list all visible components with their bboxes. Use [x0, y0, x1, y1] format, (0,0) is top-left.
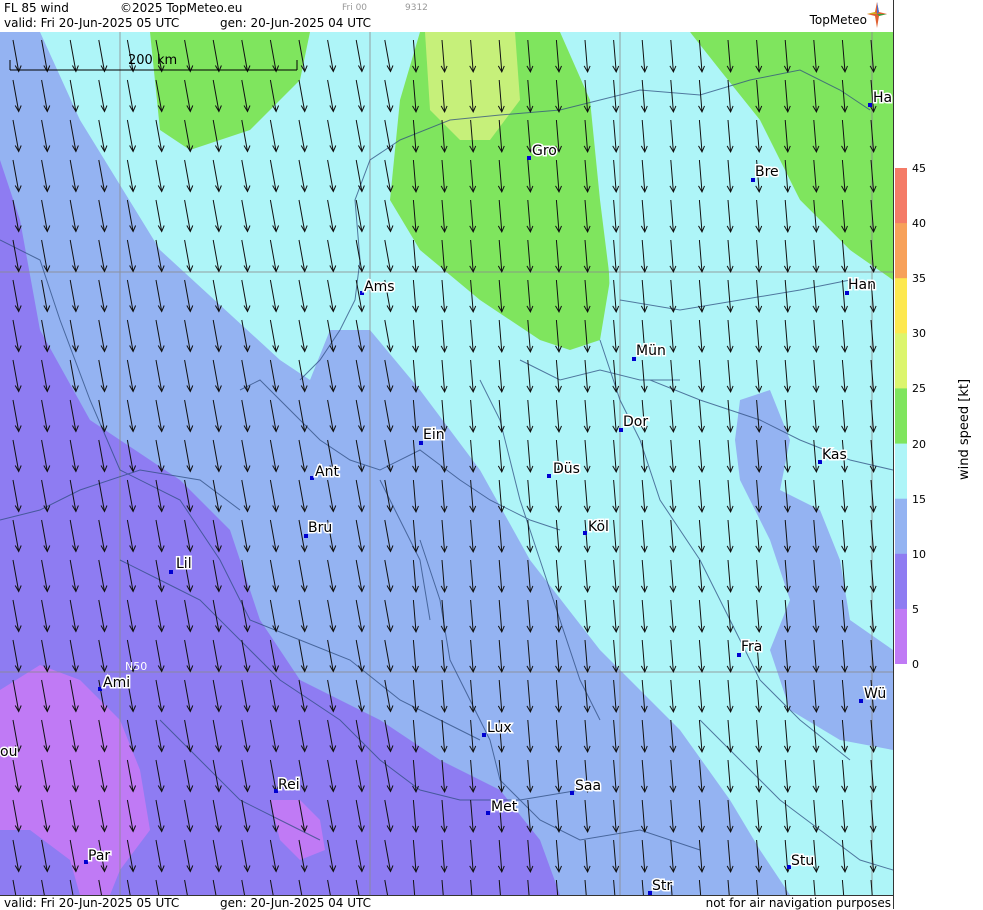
city-marker — [547, 474, 551, 478]
faint-day: Fri 00 — [342, 3, 368, 13]
header-bar: FL 85 wind ©2025 TopMeteo.eu Fri 00 9312… — [0, 0, 893, 33]
footer-generated-time: gen: 20-Jun-2025 04 UTC — [220, 896, 372, 910]
city-marker — [310, 476, 314, 480]
city-label: Met — [491, 799, 518, 815]
city-label: Lux — [487, 720, 512, 736]
colorbar-tick-label: 25 — [912, 382, 926, 396]
city-label: Wü — [864, 686, 886, 702]
city-label: Kas — [822, 447, 847, 463]
colorbar-tick-label: 20 — [912, 437, 926, 451]
colorbar-segment — [895, 443, 907, 500]
colorbar-segment — [895, 608, 907, 664]
colorbar-tick-label: 15 — [912, 492, 926, 506]
city-label: Köl — [588, 519, 609, 535]
city-label: Düs — [553, 461, 580, 477]
city-label: Ein — [423, 427, 445, 443]
city-marker — [527, 156, 531, 160]
city-marker — [169, 570, 173, 574]
topmeteo-logo: TopMeteo — [809, 13, 867, 27]
city-label: Dor — [623, 414, 648, 430]
wind-map: 200 km N50 Ha Gro Bre Ams Han Mün Dor Ein Kas Ant… — [0, 32, 893, 895]
city-marker — [868, 103, 872, 107]
city-label: Rei — [278, 777, 300, 793]
city-marker — [482, 733, 486, 737]
city-label: Str — [652, 878, 672, 894]
latitude-label: N50 — [125, 660, 147, 673]
colorbar-segment — [895, 388, 907, 444]
city-label: Par — [88, 848, 110, 864]
city-label: Lil — [176, 556, 192, 572]
city-label: Ami — [103, 675, 130, 691]
city-label: Bre — [755, 164, 779, 180]
generated-time: gen: 20-Jun-2025 04 UTC — [220, 16, 372, 30]
city-marker — [583, 531, 587, 535]
city-label: Ant — [315, 464, 339, 480]
colorbar-tick-label: 30 — [912, 327, 926, 341]
legend-label: wind speed [kt] — [957, 378, 972, 480]
city-label: Ha — [873, 90, 892, 106]
city-label: Saa — [575, 778, 601, 794]
colorbar-tick-label: 10 — [912, 547, 926, 561]
faint-code: 9312 — [405, 3, 428, 13]
footer-valid-time: valid: Fri 20-Jun-2025 05 UTC — [4, 896, 180, 910]
colorbar-segment — [895, 333, 907, 389]
city-marker — [570, 791, 574, 795]
colorbar-tick-label: 5 — [912, 602, 919, 616]
city-label: Ams — [364, 279, 395, 295]
city-label: Bru — [308, 520, 332, 536]
city-marker — [859, 699, 863, 703]
wind-speed-colorbar — [895, 168, 907, 664]
colorbar-tick-label: 40 — [912, 217, 926, 231]
footer-disclaimer: not for air navigation purposes — [705, 896, 891, 910]
colorbar-segment — [895, 223, 907, 279]
compass-star-icon — [867, 2, 887, 28]
city-label: Mün — [636, 343, 666, 359]
colorbar-segment — [895, 553, 907, 610]
city-label: Stu — [791, 853, 814, 869]
footer-bar: valid: Fri 20-Jun-2025 05 UTC gen: 20-Ju… — [0, 895, 893, 910]
city-marker — [486, 811, 490, 815]
city-label: ou — [0, 744, 17, 760]
city-marker — [98, 687, 102, 691]
city-label: Han — [848, 277, 876, 293]
city-label: Fra — [741, 639, 762, 655]
colorbar-segment — [895, 168, 907, 224]
scale-label: 200 km — [128, 53, 177, 68]
map-title: FL 85 wind — [4, 1, 69, 15]
colorbar-tick-label: 45 — [912, 162, 926, 175]
city-label: Gro — [532, 143, 557, 159]
colorbar-tick-label: 35 — [912, 272, 926, 286]
copyright: ©2025 TopMeteo.eu — [120, 1, 243, 15]
valid-time: valid: Fri 20-Jun-2025 05 UTC — [4, 16, 180, 30]
colorbar-segment — [895, 498, 907, 555]
colorbar-segment — [895, 278, 907, 334]
colorbar-tick-label: 0 — [912, 657, 919, 671]
